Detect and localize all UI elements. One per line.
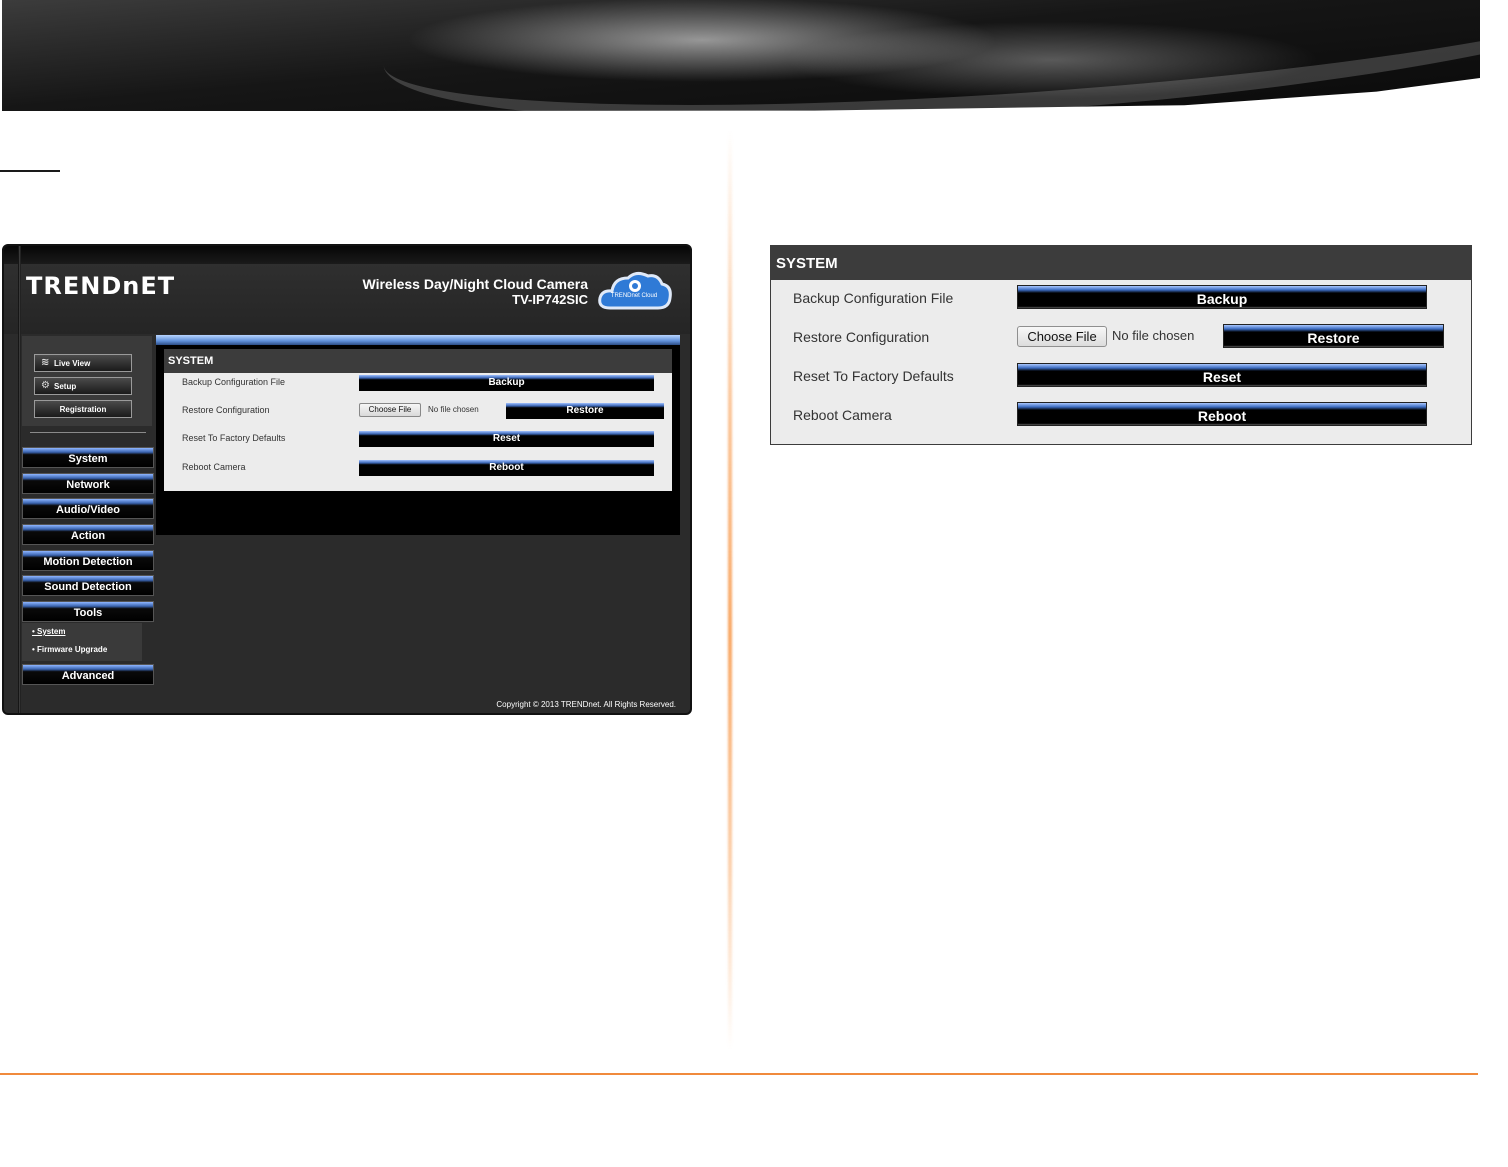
backup-label: Backup Configuration File xyxy=(182,377,286,387)
nav-advanced[interactable]: Advanced xyxy=(22,664,154,685)
cloud-label: TRENDnet Cloud xyxy=(610,293,658,299)
column-divider xyxy=(728,130,732,1050)
system-panel-container: SYSTEM Backup Configuration File Backup … xyxy=(156,345,680,535)
tools-submenu: • System • Firmware Upgrade xyxy=(22,623,142,661)
subnav-system[interactable]: • System xyxy=(22,623,142,641)
nav-motion-detection[interactable]: Motion Detection xyxy=(22,550,154,571)
system-panel-zoom: SYSTEM Backup Configuration File Backup … xyxy=(770,245,1472,445)
product-model: TV-IP742SIC xyxy=(512,292,588,307)
panel-title: SYSTEM xyxy=(164,349,672,373)
camera-edge-shadow xyxy=(18,246,21,713)
zoom-reboot-button[interactable]: Reboot xyxy=(1017,402,1427,426)
zoom-restore-button[interactable]: Restore xyxy=(1223,324,1444,348)
banner-swoosh xyxy=(377,0,1480,111)
zoom-reset-label: Reset To Factory Defaults xyxy=(793,368,954,384)
panel-body: Backup Configuration File Backup Restore… xyxy=(164,373,672,491)
nav-audio-video[interactable]: Audio/Video xyxy=(22,498,154,519)
quick-access-box: ≋ Live View ⚙ Setup Registration xyxy=(22,336,152,426)
product-title: Wireless Day/Night Cloud Camera xyxy=(362,276,589,292)
choose-file-button[interactable]: Choose File xyxy=(359,403,421,417)
footer-rule xyxy=(0,1073,1478,1075)
no-file-text: No file chosen xyxy=(428,405,479,414)
section-underline xyxy=(0,170,60,172)
zoom-backup-label: Backup Configuration File xyxy=(793,290,954,306)
zoom-restore-label: Restore Configuration xyxy=(793,329,930,345)
camera-ui-screenshot: TRENDnET Wireless Day/Night Cloud Camera… xyxy=(2,244,692,715)
zoom-reboot-label: Reboot Camera xyxy=(793,407,892,423)
restore-label: Restore Configuration xyxy=(182,405,270,415)
nav-system[interactable]: System xyxy=(22,447,154,468)
registration-button[interactable]: Registration xyxy=(34,400,132,418)
cloud-icon xyxy=(598,271,672,310)
reset-button[interactable]: Reset xyxy=(359,431,654,447)
zoom-choose-file-button[interactable]: Choose File xyxy=(1017,326,1107,347)
live-view-icon: ≋ xyxy=(41,357,50,368)
zoom-no-file-text: No file chosen xyxy=(1112,328,1195,343)
zoom-panel-title: SYSTEM xyxy=(771,246,1471,280)
zoom-backup-button[interactable]: Backup xyxy=(1017,285,1427,309)
live-view-button[interactable]: ≋ Live View xyxy=(34,354,132,372)
nav-action[interactable]: Action xyxy=(22,524,154,545)
content-top-bar xyxy=(156,335,680,345)
reboot-button[interactable]: Reboot xyxy=(359,460,654,476)
setup-button[interactable]: ⚙ Setup xyxy=(34,377,132,395)
backup-button[interactable]: Backup xyxy=(359,375,654,391)
zoom-reset-button[interactable]: Reset xyxy=(1017,363,1427,387)
setup-label: Setup xyxy=(54,381,77,391)
nav-sound-detection[interactable]: Sound Detection xyxy=(22,575,154,596)
reboot-label: Reboot Camera xyxy=(182,462,246,472)
live-view-label: Live View xyxy=(54,358,91,368)
subnav-firmware-upgrade[interactable]: • Firmware Upgrade xyxy=(22,641,142,659)
reset-label: Reset To Factory Defaults xyxy=(182,433,286,443)
copyright-text: Copyright © 2013 TRENDnet. All Rights Re… xyxy=(496,700,676,709)
camera-top-band xyxy=(4,246,690,264)
nav-tools[interactable]: Tools xyxy=(22,601,154,622)
page-header-banner xyxy=(2,0,1480,111)
restore-button[interactable]: Restore xyxy=(506,403,664,419)
trendnet-logo: TRENDnET xyxy=(26,272,176,300)
nav-separator xyxy=(30,432,146,433)
nav-network[interactable]: Network xyxy=(22,473,154,494)
gear-icon: ⚙ xyxy=(41,380,50,391)
